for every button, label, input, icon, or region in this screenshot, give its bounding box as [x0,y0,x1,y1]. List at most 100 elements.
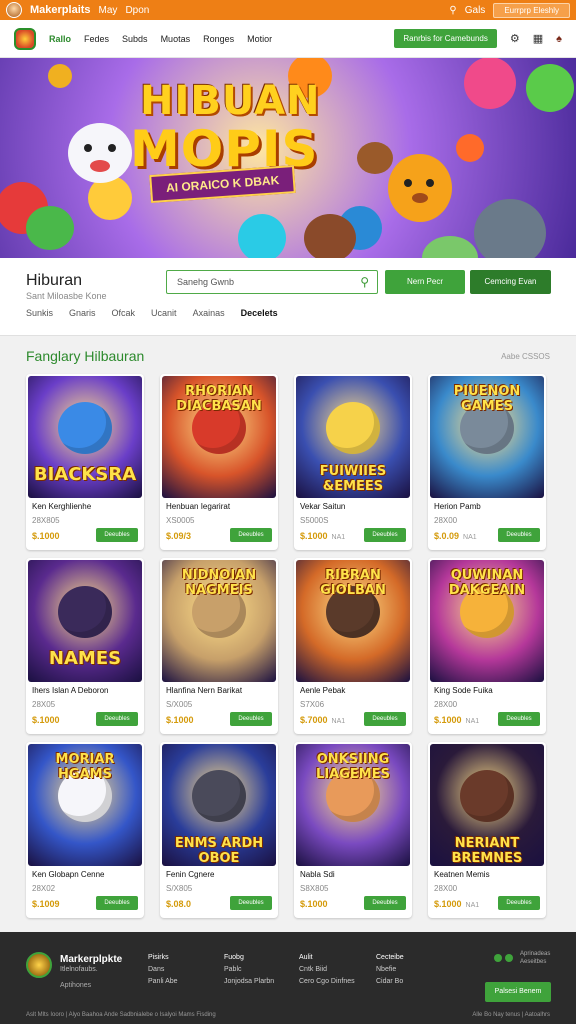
product-card[interactable]: PIUENON GAMES Herion Pamb 28X00 $.0.09 NA1 De… [428,374,546,550]
product-card[interactable]: FUIWIIES &EMEES Vekar Saitun S5000S $.1000 N… [294,374,412,550]
product-name[interactable]: Keatnen Memis [434,870,490,879]
social-icon[interactable] [494,954,502,962]
grid-icon[interactable]: ▦ [533,32,543,45]
product-image[interactable]: MORIAR HGAMS [28,744,142,866]
product-name[interactable]: King Sode Fuika [434,686,493,695]
product-image[interactable]: NIDNOIAN NAGMEIS [162,560,276,682]
footer: Markerplpkte Itlelnofaubs. Aptihones Pis… [0,932,576,1024]
product-card[interactable]: ENMS ARDH OBOE Fenin Cgnere S/X805 $.08.0 De… [160,742,278,918]
footer-link[interactable]: Panli Abe [148,978,178,985]
search-icon[interactable]: ⚲ [449,5,456,16]
product-name[interactable]: Herion Pamb [434,502,481,511]
buy-button[interactable]: Deeubles [498,712,540,726]
nav-cta-button[interactable]: Ranrbis for Camebunds [394,29,497,48]
buy-button[interactable]: Deeubles [96,896,138,910]
product-image[interactable]: NERIANT BREMNES [430,744,544,866]
nav-brand[interactable]: Rallo [49,34,71,44]
top-link-gals[interactable]: Gals [465,5,486,16]
buy-button[interactable]: Deeubles [96,712,138,726]
social-icon[interactable] [505,954,513,962]
product-card[interactable]: NERIANT BREMNES Keatnen Memis 28X00 $.1000 N… [428,742,546,918]
product-name[interactable]: Hlanfina Nern Barikat [166,686,242,695]
product-image[interactable]: ONKSIING LIAGEMES [296,744,410,866]
tab-4[interactable]: Ucanit [151,308,177,318]
product-card[interactable]: RIBRAN GIOLBAN Aenle Pebak S7X06 $.7000 NA1 D… [294,558,412,734]
product-name[interactable]: Vekar Saitun [300,502,345,511]
product-name[interactable]: Ken Kerghlienhe [32,502,91,511]
product-image[interactable]: QUWINAN DAKGEAIN [430,560,544,682]
footer-sub[interactable]: Aptihones [60,982,91,989]
tab-5[interactable]: Axainas [193,308,225,318]
product-image[interactable]: FUIWIIES &EMEES [296,376,410,498]
nav-item-3[interactable]: Muotas [161,34,191,44]
footer-link[interactable]: Dans [148,966,178,973]
filter-tabs: Sunkis Gnaris Ofcak Ucanit Axainas Decel… [26,308,278,318]
primary-action-button[interactable]: Nern Pecr [385,270,465,294]
footer-link[interactable]: Nbefie [376,966,404,973]
price-value: $.1000 [434,899,462,909]
footer-cta-button[interactable]: Palsesi Benem [485,982,551,1002]
product-image[interactable]: RIBRAN GIOLBAN [296,560,410,682]
search-input[interactable]: Sanehg Gwnb ⚲ [166,270,378,294]
product-card[interactable]: BIACKSRA Ken Kerghlienhe 28X805 $.1000 Deeub… [26,374,144,550]
tab-3[interactable]: Ofcak [112,308,136,318]
product-name[interactable]: Aenle Pebak [300,686,345,695]
buy-button[interactable]: Deeubles [498,896,540,910]
top-link-dpon[interactable]: Dpon [125,5,149,16]
product-image[interactable]: PIUENON GAMES [430,376,544,498]
price-extra: NA1 [331,718,346,725]
product-card[interactable]: NAMES Ihers Islan A Deboron 28X05 $.1000 Dee… [26,558,144,734]
product-name[interactable]: Nabla Sdi [300,870,335,879]
product-name[interactable]: Fenin Cgnere [166,870,214,879]
footer-link[interactable]: Cidar Bo [376,978,404,985]
price-extra: NA1 [463,534,477,541]
hero-banner[interactable]: HIBUAN MOPIS AI ORAICO K DBAK [0,58,576,258]
nav-item-4[interactable]: Ronges [203,34,234,44]
product-image[interactable]: ENMS ARDH OBOE [162,744,276,866]
footer-col-4: Cecteibe Nbefie Cidar Bo [376,954,404,990]
price-extra: NA1 [465,718,480,725]
buy-button[interactable]: Deeubles [364,528,406,542]
brand-name[interactable]: Makerplaits [30,4,91,16]
buy-button[interactable]: Deeubles [230,712,272,726]
product-image[interactable]: NAMES [28,560,142,682]
buy-button[interactable]: Deeubles [498,528,540,542]
product-card[interactable]: RHORIAN DIACBASAN Henbuan Iegarirat XS0005… [160,374,278,550]
avatar[interactable] [6,2,22,18]
product-card[interactable]: NIDNOIAN NAGMEIS Hlanfina Nern Barikat S/X… [160,558,278,734]
nav-item-2[interactable]: Subds [122,34,148,44]
nav-item-1[interactable]: Fedes [84,34,109,44]
tab-2[interactable]: Gnaris [69,308,96,318]
product-name[interactable]: Ihers Islan A Deboron [32,686,109,695]
logo-icon[interactable] [14,27,36,50]
product-card[interactable]: ONKSIING LIAGEMES Nabla Sdi S8X805 $.1000 De… [294,742,412,918]
secondary-action-button[interactable]: Cemcing Evan [470,270,551,294]
product-image[interactable]: BIACKSRA [28,376,142,498]
product-name[interactable]: Ken Globapn Cenne [32,870,105,879]
footer-link[interactable]: Cero Cgo Dinfnes [299,978,355,985]
product-price: $.08.0 [166,899,195,909]
buy-button[interactable]: Deeubles [364,896,406,910]
section-meta[interactable]: Aabe CSSOS [501,352,550,361]
tab-6[interactable]: Decelets [241,308,278,318]
settings-icon[interactable]: ⚙ [510,32,520,45]
top-cta-button[interactable]: Eurrprp Eleshly [493,2,570,18]
product-name[interactable]: Henbuan Iegarirat [166,502,230,511]
buy-button[interactable]: Deeubles [96,528,138,542]
footer-logo-icon[interactable] [26,952,52,978]
top-link-may[interactable]: May [99,5,118,16]
tab-1[interactable]: Sunkis [26,308,53,318]
product-image[interactable]: RHORIAN DIACBASAN [162,376,276,498]
footer-link[interactable]: Cntk Biid [299,966,355,973]
footer-link[interactable]: Pablc [224,966,274,973]
buy-button[interactable]: Deeubles [364,712,406,726]
nav-item-5[interactable]: Motior [247,34,272,44]
buy-button[interactable]: Deeubles [230,896,272,910]
buy-button[interactable]: Deeubles [230,528,272,542]
search-icon[interactable]: ⚲ [360,275,369,289]
product-card[interactable]: QUWINAN DAKGEAIN King Sode Fuika 28X00 $.10… [428,558,546,734]
price-value: $.1000 [32,531,60,541]
footer-link[interactable]: Jonjodsa Plarbn [224,978,274,985]
mascot-icon[interactable]: ♠ [556,33,562,45]
product-card[interactable]: MORIAR HGAMS Ken Globapn Cenne 28X02 $.1009… [26,742,144,918]
